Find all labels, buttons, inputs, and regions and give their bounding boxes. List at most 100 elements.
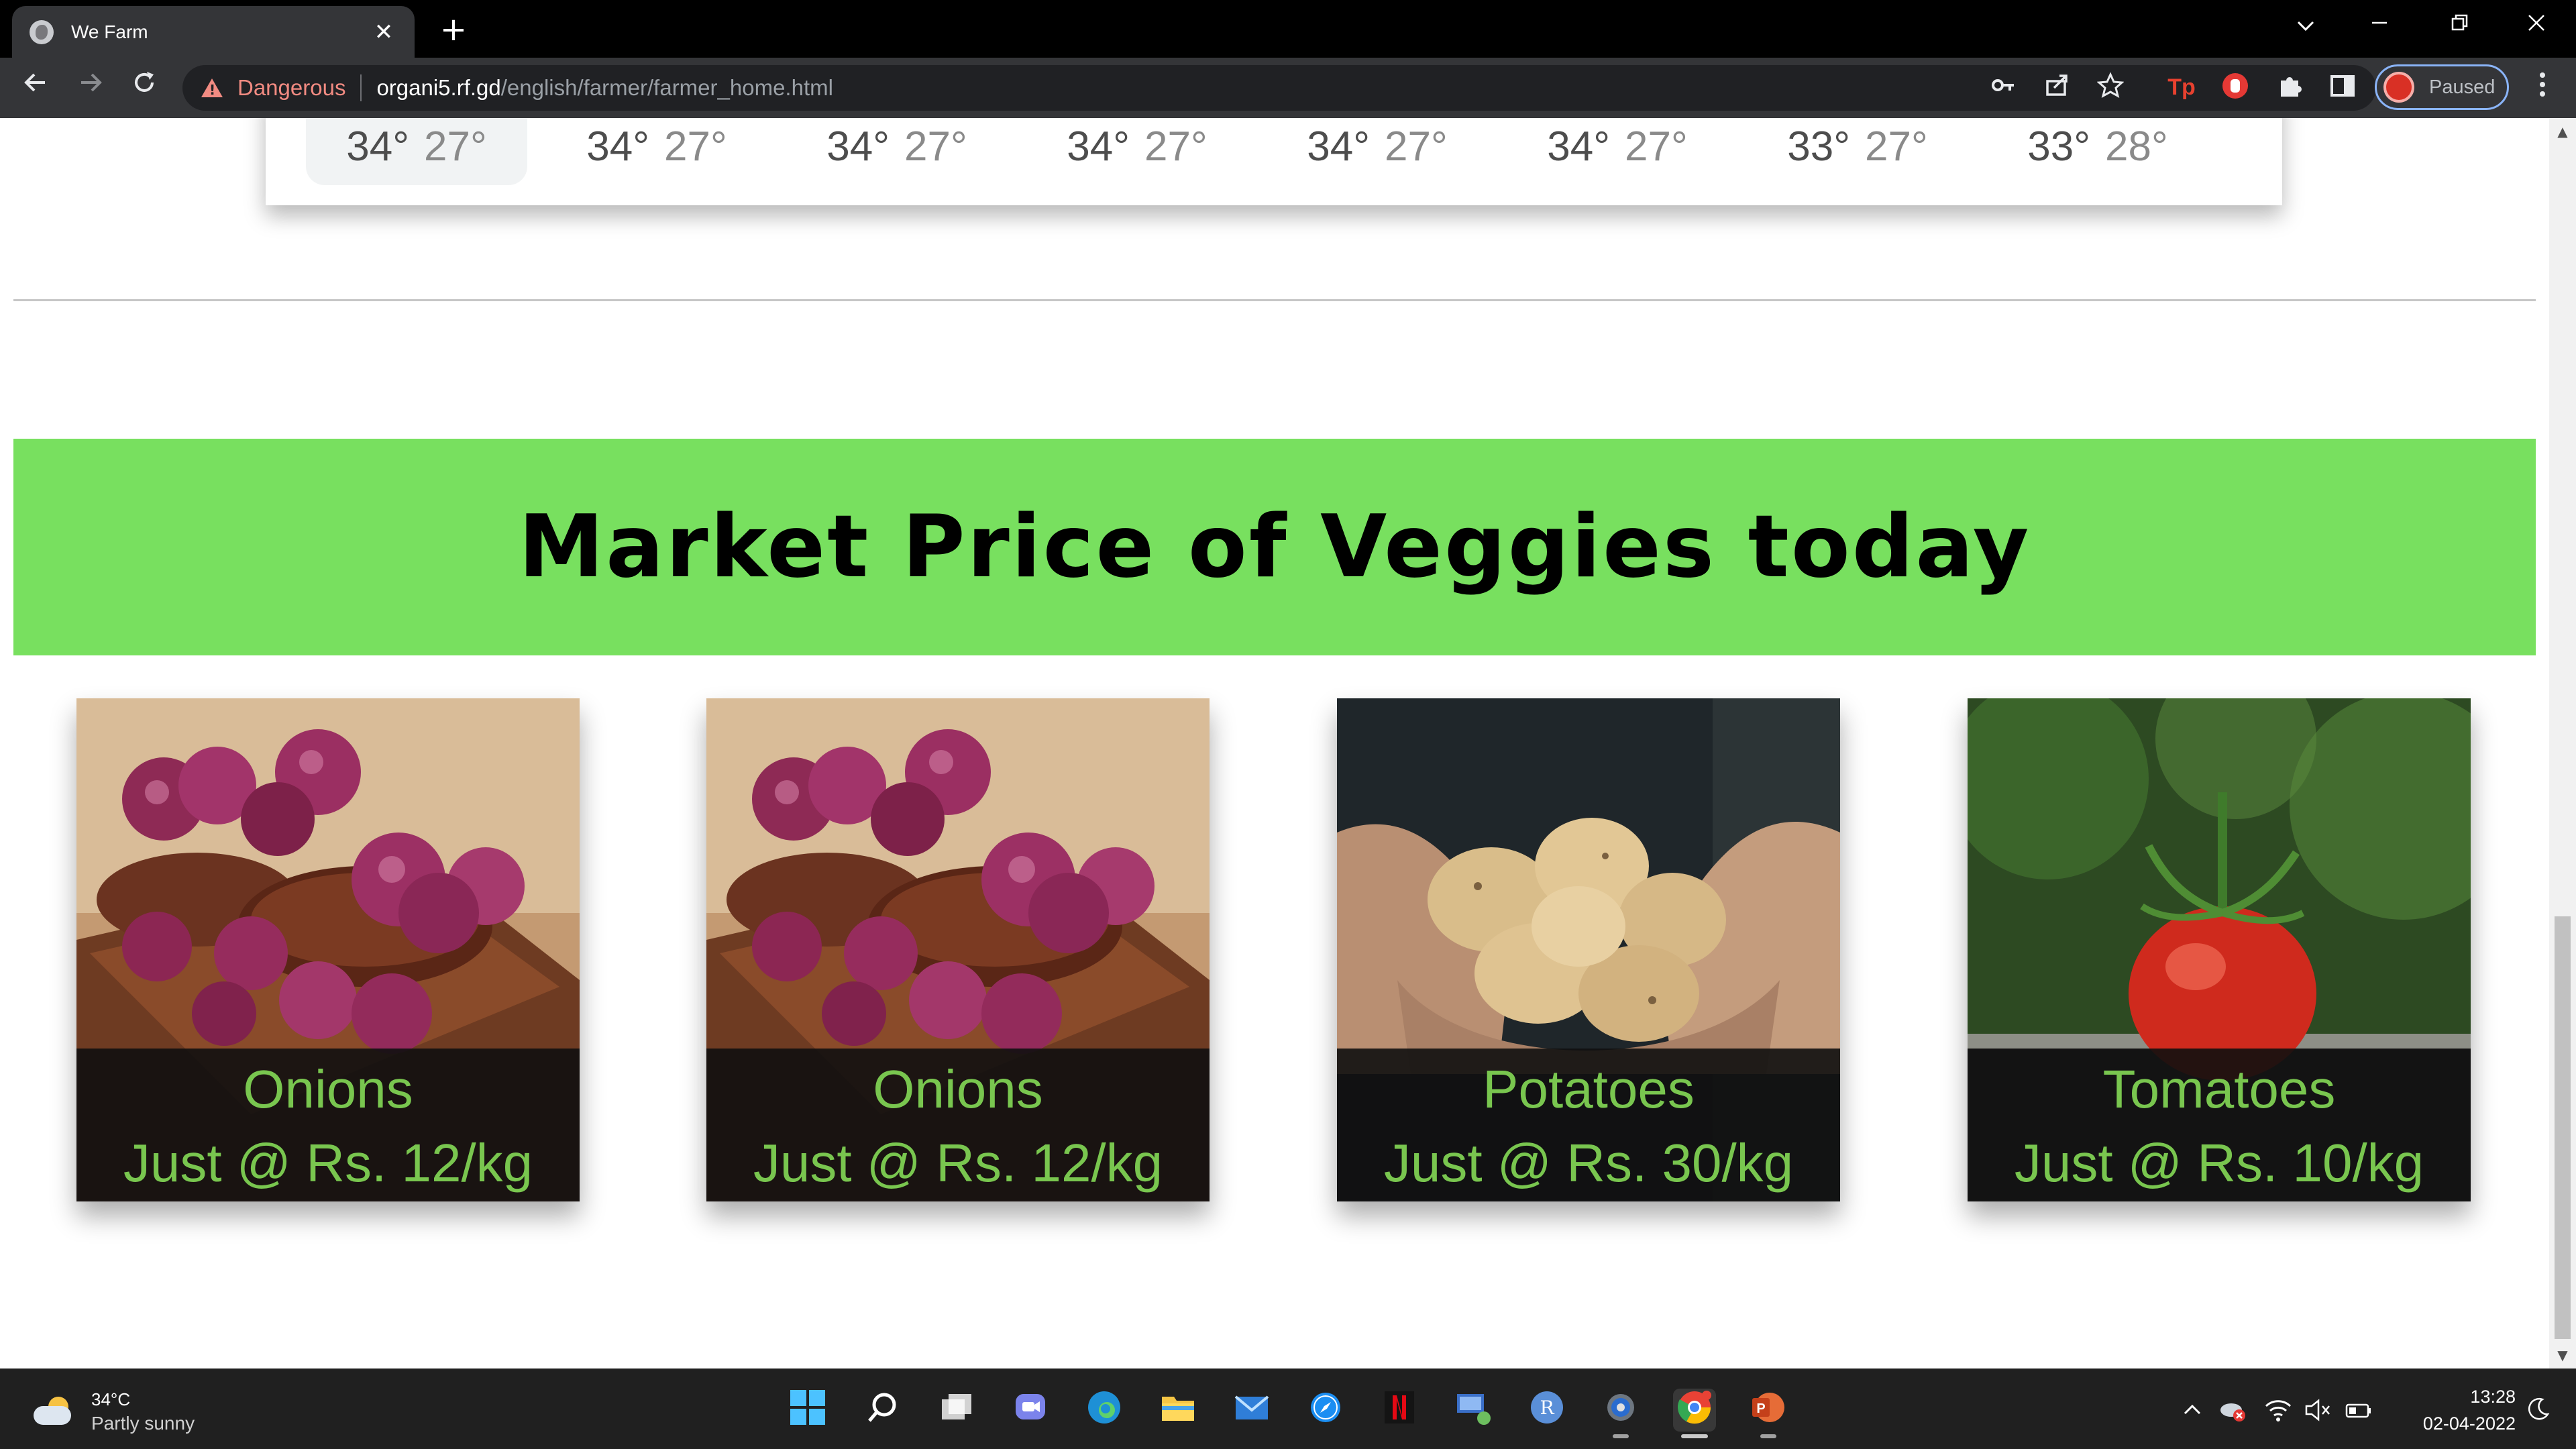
close-tab-icon[interactable]: ✕ [370,19,397,46]
veggie-name: Onions [873,1059,1043,1119]
windows-start-icon[interactable] [786,1389,829,1432]
veggie-price: Just @ Rs. 30/kg [1383,1133,1794,1193]
temp-high: 34° [1307,123,1370,170]
url-host: organi5.rf.gd [376,75,501,100]
veggie-name: Tomatoes [2102,1059,2336,1119]
wifi-icon[interactable] [2263,1395,2293,1425]
file-explorer-icon[interactable] [1157,1389,1199,1432]
windows-taskbar: 34°C Partly sunny R P 13:28 02-04-2022 [0,1368,2576,1449]
veggie-caption: Tomatoes Just @ Rs. 10/kg [1968,1049,2471,1201]
back-arrow-icon[interactable] [15,67,56,109]
security-status[interactable]: Dangerous [237,75,345,101]
browser-tab[interactable]: We Farm ✕ [12,6,415,58]
weather-description: Partly sunny [91,1412,195,1434]
close-window-button[interactable] [2500,5,2573,46]
scroll-up-arrow-icon[interactable]: ▲ [2549,118,2576,145]
bookmark-star-icon[interactable] [2094,72,2127,104]
temp-low: 27° [424,123,487,170]
search-icon[interactable] [861,1389,904,1432]
temp-high: 34° [1547,123,1610,170]
volume-muted-icon[interactable] [2304,1395,2333,1425]
browser-menu-icon[interactable] [2529,70,2556,107]
running-app-indicator [1613,1434,1629,1438]
battery-icon[interactable] [2344,1395,2373,1425]
temp-low: 27° [1385,123,1448,170]
forecast-day[interactable]: 34° 27° [306,118,527,185]
page-viewport: 34° 27° 34° 27° 34° 27° 34° 27° 34° 27° 34° 27… [0,118,2549,1368]
temp-high: 34° [346,123,409,170]
extension-tp-icon[interactable]: Tp [2165,71,2198,103]
warning-icon [201,78,223,98]
share-icon[interactable] [2041,72,2073,104]
minimize-window-button[interactable] [2343,5,2416,46]
forecast-day[interactable]: 34° 27° [786,118,1008,185]
clock-date: 02-04-2022 [2422,1413,2516,1434]
veggie-card-onions[interactable]: Onions Just @ Rs. 12/kg [706,698,1210,1201]
powerpoint-icon[interactable]: P [1747,1389,1790,1432]
notification-moon-icon[interactable] [2524,1395,2553,1425]
teams-chat-icon[interactable] [1009,1389,1052,1432]
veggie-card-tomatoes[interactable]: Tomatoes Just @ Rs. 10/kg [1968,698,2471,1201]
veggie-card-potatoes[interactable]: Potatoes Just @ Rs. 30/kg [1337,698,1840,1201]
forecast-day[interactable]: 34° 27° [1507,118,1728,185]
weather-forecast-card: 34° 27° 34° 27° 34° 27° 34° 27° 34° 27° 34° 27… [266,118,2282,205]
address-bar[interactable]: Dangerous organi5.rf.gd /english/farmer/… [182,65,2376,111]
vertical-scrollbar[interactable]: ▲ ▼ [2549,118,2576,1368]
new-tab-button[interactable]: + [435,11,472,48]
forward-arrow-icon[interactable] [70,67,111,109]
temp-low: 27° [664,123,727,170]
running-app-indicator [1760,1434,1776,1438]
chrome-icon[interactable] [1673,1389,1716,1432]
taskbar-weather-widget[interactable]: 34°C Partly sunny [34,1385,195,1438]
side-panel-icon[interactable] [2326,71,2359,103]
restore-window-button[interactable] [2423,5,2497,46]
veggie-caption: Onions Just @ Rs. 12/kg [76,1049,580,1201]
temp-high: 34° [586,123,649,170]
forecast-day[interactable]: 34° 27° [1267,118,1488,185]
safari-compass-icon[interactable] [1304,1389,1347,1432]
browser-toolbar: Dangerous organi5.rf.gd /english/farmer/… [0,58,2576,118]
active-app-indicator [1681,1434,1708,1438]
extension-hand-icon[interactable] [2219,71,2251,103]
temp-high: 33° [1787,123,1850,170]
forecast-day[interactable]: 33° 28° [1987,118,2208,185]
r-app-icon[interactable]: R [1525,1389,1568,1432]
partly-sunny-icon [34,1397,76,1426]
temp-high: 33° [2027,123,2090,170]
extensions-puzzle-icon[interactable] [2274,71,2306,103]
profile-status: Paused [2429,76,2496,98]
reload-icon[interactable] [123,67,165,109]
profile-button[interactable]: Paused [2375,64,2509,110]
mail-icon[interactable] [1230,1389,1273,1432]
remote-desktop-icon[interactable] [1452,1389,1495,1432]
taskbar-clock[interactable]: 13:28 02-04-2022 [2388,1383,2516,1437]
netflix-icon[interactable] [1378,1389,1421,1432]
show-hidden-icons-chevron-icon[interactable] [2178,1395,2207,1425]
tab-search-icon[interactable] [2269,5,2343,46]
scrollbar-thumb[interactable] [2555,916,2571,1339]
temp-high: 34° [826,123,890,170]
temp-low: 27° [1865,123,1928,170]
scroll-down-arrow-icon[interactable]: ▼ [2549,1342,2576,1368]
clock-time: 13:28 [2470,1387,2516,1407]
market-price-banner: Market Price of Veggies today [13,439,2536,655]
svg-text:R: R [1540,1397,1554,1419]
veggie-price: Just @ Rs. 10/kg [2014,1133,2424,1193]
avatar [2383,72,2414,103]
url-path: /english/farmer/farmer_home.html [500,75,833,100]
svg-text:P: P [1756,1401,1765,1416]
temp-high: 34° [1067,123,1130,170]
veggie-card-onions[interactable]: Onions Just @ Rs. 12/kg [76,698,580,1201]
task-view-icon[interactable] [935,1389,978,1432]
settings-gear-icon[interactable] [1599,1389,1642,1432]
edge-browser-icon[interactable] [1083,1389,1126,1432]
tab-title: We Farm [71,21,148,42]
forecast-day[interactable]: 33° 27° [1747,118,1968,185]
browser-tab-strip: We Farm ✕ + [0,0,2576,58]
onedrive-error-icon[interactable] [2218,1395,2247,1425]
section-divider [13,299,2536,301]
forecast-day[interactable]: 34° 27° [1026,118,1248,185]
forecast-day[interactable]: 34° 27° [546,118,767,185]
key-icon[interactable] [1987,72,2019,104]
temp-low: 27° [1144,123,1208,170]
